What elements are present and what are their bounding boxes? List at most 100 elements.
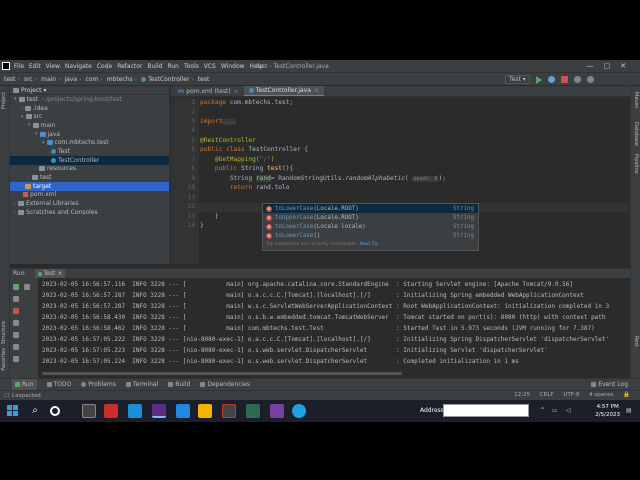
intellij-taskbar-icon[interactable]: [152, 404, 166, 418]
system-clock[interactable]: 4:57 PM 2/5/2023: [595, 403, 620, 419]
tool-todo[interactable]: TODO: [46, 381, 71, 388]
tree-item-external-libraries[interactable]: › External Libraries: [10, 199, 169, 208]
favorites-tool-tab[interactable]: Favorites: [1, 348, 7, 371]
debug-icon[interactable]: [547, 76, 555, 83]
tool-problems[interactable]: Problems: [81, 381, 116, 388]
app-icon[interactable]: [270, 404, 284, 418]
expand-arrow-icon[interactable]: ›: [35, 166, 37, 172]
settings-icon[interactable]: [586, 76, 594, 83]
stop-icon[interactable]: [13, 308, 19, 314]
tree-item-scratches-and-consoles[interactable]: › Scratches and Consoles: [10, 208, 169, 217]
tree-item-com-mbtechs-test[interactable]: ▾ com.mbtechs.test: [10, 138, 169, 147]
pipeline-tool-tab[interactable]: Pipeline: [633, 154, 639, 174]
expand-arrow-icon[interactable]: ›: [14, 201, 16, 207]
menu-vcs[interactable]: VCS: [204, 63, 216, 70]
close-icon[interactable]: ×: [314, 87, 319, 94]
edge-chromium-icon[interactable]: [292, 404, 306, 418]
up-icon[interactable]: [13, 296, 19, 302]
tab-pom-xml[interactable]: m pom.xml (test) ×: [173, 86, 244, 96]
run-config-select[interactable]: Test ▾: [505, 75, 530, 84]
run-tab-test[interactable]: Test ×: [34, 269, 66, 278]
line-separator[interactable]: CRLF: [540, 392, 554, 398]
structure-tool-tab[interactable]: Structure: [1, 321, 7, 344]
chevron-up-icon[interactable]: ^: [540, 407, 545, 414]
tree-item-testcontroller[interactable]: TestController: [10, 155, 169, 165]
completion-item[interactable]: m toUpperCase (Locale.ROOT) String: [263, 213, 478, 222]
breadcrumb-main[interactable]: main: [41, 76, 56, 83]
tree-item-main[interactable]: ▾ main: [10, 121, 169, 130]
horizontal-scrollbar[interactable]: [42, 372, 402, 375]
wrap-icon[interactable]: [13, 320, 19, 326]
down-icon[interactable]: [24, 284, 30, 290]
menu-tools[interactable]: Tools: [184, 63, 199, 70]
close-icon[interactable]: ×: [234, 88, 239, 95]
expand-arrow-icon[interactable]: ▾: [21, 114, 24, 120]
print-icon[interactable]: [13, 344, 19, 350]
app-icon[interactable]: [222, 404, 236, 418]
network-icon[interactable]: ▭: [552, 407, 558, 414]
expand-arrow-icon[interactable]: ▾: [28, 122, 31, 128]
breadcrumb-com[interactable]: com: [86, 76, 99, 83]
tree-item-test[interactable]: Test: [10, 147, 169, 156]
tree-item--idea[interactable]: › .idea: [10, 104, 169, 113]
breadcrumb-testcontroller[interactable]: TestController: [148, 76, 189, 83]
expand-arrow-icon[interactable]: ›: [14, 209, 16, 215]
menu-window[interactable]: Window: [221, 63, 245, 70]
menu-file[interactable]: File: [14, 63, 24, 70]
tree-item-resources[interactable]: › resources: [10, 165, 169, 174]
menu-run[interactable]: Run: [167, 63, 179, 70]
expand-arrow-icon[interactable]: ›: [21, 105, 23, 111]
tree-item-target[interactable]: › target: [10, 181, 169, 191]
next-tip-link[interactable]: Next Tip: [360, 242, 378, 247]
breadcrumb-src[interactable]: src: [24, 76, 33, 83]
tool-terminal[interactable]: Terminal: [125, 381, 158, 388]
database-tool-tab[interactable]: Database: [633, 122, 639, 146]
breadcrumb-method-test[interactable]: test: [198, 76, 210, 83]
file-encoding[interactable]: UTF-8: [563, 392, 579, 398]
trash-icon[interactable]: [13, 356, 19, 362]
indent-setting[interactable]: 4 spaces: [589, 392, 613, 398]
menu-code[interactable]: Code: [97, 63, 112, 70]
window-controls[interactable]: —▢✕: [587, 62, 636, 70]
expand-arrow-icon[interactable]: ›: [28, 175, 30, 181]
run-icon[interactable]: [535, 75, 542, 84]
menu-view[interactable]: View: [46, 63, 60, 70]
menu-navigate[interactable]: Navigate: [65, 63, 92, 70]
caret-position[interactable]: 12:25: [514, 392, 530, 398]
event-log-button[interactable]: Event Log: [591, 381, 628, 388]
expand-arrow-icon[interactable]: ›: [21, 183, 23, 189]
breadcrumb-test[interactable]: test: [4, 76, 16, 83]
menu-edit[interactable]: Edit: [29, 63, 41, 70]
tool-build[interactable]: Build: [168, 381, 190, 388]
breadcrumb-java[interactable]: java: [65, 76, 78, 83]
expand-arrow-icon[interactable]: ▾: [42, 140, 45, 146]
tree-item-src[interactable]: ▾ src: [10, 112, 169, 121]
completion-item[interactable]: m toLowerCase (Locale locale) String: [263, 222, 478, 231]
console-output[interactable]: 2023-02-05 16:56:57.116 INFO 3228 --- [ …: [38, 278, 630, 378]
completion-item[interactable]: m toLowerCase() String: [263, 231, 478, 240]
lock-icon[interactable]: 🔒: [623, 392, 630, 398]
opera-icon[interactable]: [104, 404, 118, 418]
tree-item-java[interactable]: ▾ java: [10, 130, 169, 139]
scroll-end-icon[interactable]: [13, 332, 19, 338]
search-icon[interactable]: [573, 76, 581, 83]
menu-build[interactable]: Build: [147, 63, 162, 70]
expand-arrow-icon[interactable]: ▾: [14, 96, 17, 102]
photos-icon[interactable]: [176, 404, 190, 418]
stop-icon[interactable]: [560, 76, 568, 83]
breadcrumb-mbtechs[interactable]: mbtechs: [107, 76, 133, 83]
notification-icon[interactable]: ▤: [626, 407, 632, 414]
rest-tool-tab[interactable]: Rest: [633, 336, 639, 347]
tool-run[interactable]: Run: [12, 379, 37, 390]
maven-tool-tab[interactable]: Maven: [633, 92, 639, 109]
app-icon[interactable]: [246, 404, 260, 418]
volume-icon[interactable]: ◁: [566, 407, 571, 414]
rerun-icon[interactable]: [13, 284, 19, 290]
search-icon[interactable]: ⌕: [28, 404, 42, 418]
tool-dependencies[interactable]: Dependencies: [200, 381, 250, 388]
expand-arrow-icon[interactable]: ▾: [35, 131, 38, 137]
tree-item-pom-xml[interactable]: pom.xml: [10, 191, 169, 200]
project-tool-tab[interactable]: Project: [1, 92, 7, 109]
menu-refactor[interactable]: Refactor: [117, 63, 142, 70]
tree-item-test[interactable]: › test: [10, 173, 169, 182]
